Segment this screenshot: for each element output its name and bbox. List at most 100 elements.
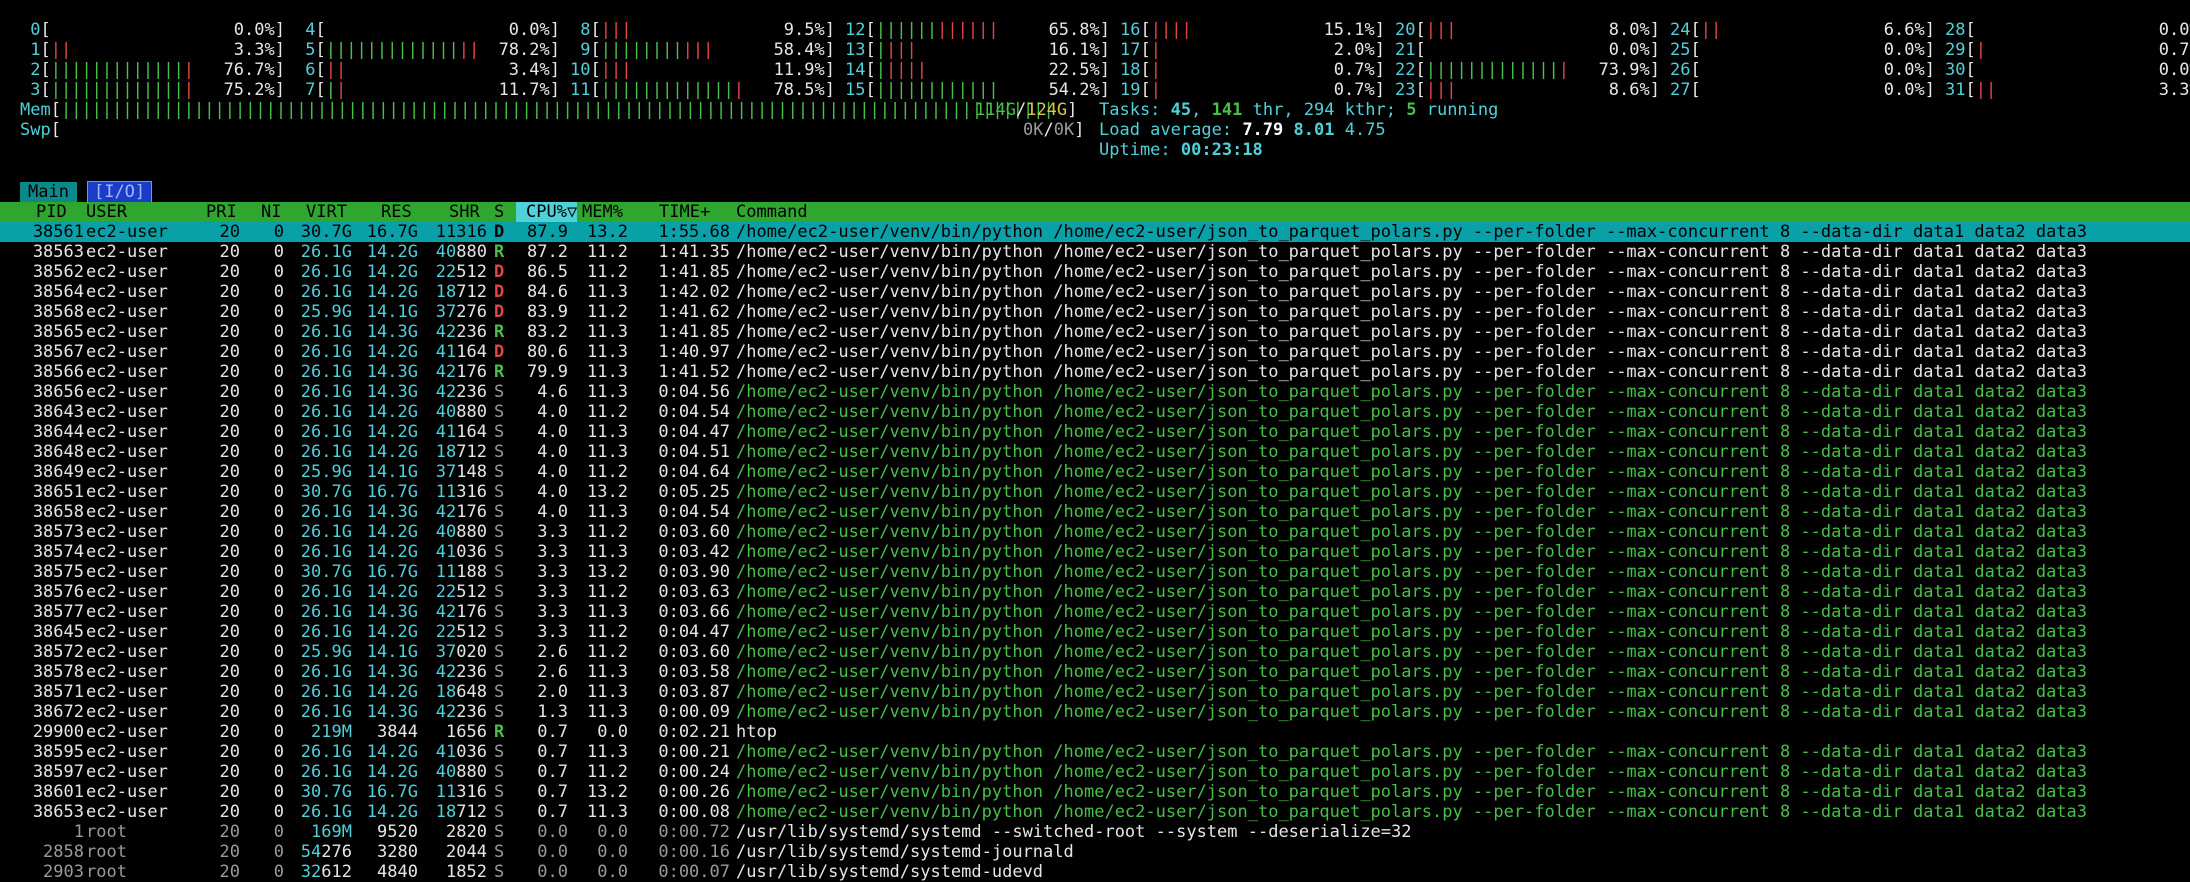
col-pid[interactable]: PID	[36, 202, 67, 222]
cell-pri: 20	[219, 542, 240, 562]
cell-pri: 20	[219, 302, 240, 322]
cell-ni: 0	[273, 402, 284, 422]
cell-time: 1:41.62	[658, 302, 730, 322]
process-row[interactable]: 38653 ec2-user 20 0 26.1G 14.2G 18712 S 0.7 11.3 0…	[0, 802, 2190, 822]
col-cpu[interactable]: CPU%▽	[516, 202, 578, 222]
process-row[interactable]: 38572 ec2-user 20 0 25.9G 14.1G 37020 S 2.6 11.2 0…	[0, 642, 2190, 662]
process-row[interactable]: 2903 root 20 0 32612 4840 1852 S 0.0 0.0 0:00.07/u…	[0, 862, 2190, 882]
cpu-label: 28	[1945, 20, 1966, 40]
cell-cmd: /home/ec2-user/venv/bin/python /home/ec2…	[736, 782, 2088, 802]
cell-cmd: /home/ec2-user/venv/bin/python /home/ec2…	[736, 222, 2088, 242]
cell-pri: 20	[219, 482, 240, 502]
process-row[interactable]: 38574 ec2-user 20 0 26.1G 14.2G 41036 S 3.3 11.3 0…	[0, 542, 2190, 562]
cell-mem: 11.3	[587, 442, 628, 462]
process-row[interactable]: 38567 ec2-user 20 0 26.1G 14.2G 41164 D 80.6 11.3…	[0, 342, 2190, 362]
process-row[interactable]: 38656 ec2-user 20 0 26.1G 14.3G 42236 S 4.6 11.3 0…	[0, 382, 2190, 402]
tab-io[interactable]: [I/O]	[86, 181, 153, 203]
process-row[interactable]: 1 root 20 0 169M 9520 2820 S 0.0 0.0 0:00.72/usr/l…	[0, 822, 2190, 842]
col-time[interactable]: TIME+	[659, 202, 710, 222]
cell-ni: 0	[273, 862, 284, 882]
cell-time: 0:04.54	[658, 402, 730, 422]
col-command[interactable]: Command	[736, 202, 808, 222]
process-row[interactable]: 2858 root 20 0 54276 3280 2044 S 0.0 0.0 0:00.16/u…	[0, 842, 2190, 862]
cpu-percent: 58.4%	[773, 40, 825, 60]
process-row[interactable]: 38565 ec2-user 20 0 26.1G 14.3G 42236 R 83.2 11.3…	[0, 322, 2190, 342]
htop-terminal: 0[0.0%] 1[|| 3.3%] 2[|||||||||||||| 76.7%]…	[0, 0, 2190, 882]
process-row[interactable]: 38643 ec2-user 20 0 26.1G 14.2G 40880 S 4.0 11.2 0…	[0, 402, 2190, 422]
cell-ni: 0	[273, 482, 284, 502]
cell-pri: 20	[219, 782, 240, 802]
cell-time: 0:03.90	[658, 562, 730, 582]
process-row[interactable]: 38648 ec2-user 20 0 26.1G 14.2G 18712 S 4.0 11.3 0…	[0, 442, 2190, 462]
cell-user: ec2-user	[86, 422, 168, 442]
cpu-percent: 16.1%	[1048, 40, 1100, 60]
cpu-label: 29	[1945, 40, 1966, 60]
process-row[interactable]: 38563 ec2-user 20 0 26.1G 14.2G 40880 R 87.2 11.2…	[0, 242, 2190, 262]
col-state[interactable]: S	[494, 202, 504, 222]
process-row[interactable]: 38649 ec2-user 20 0 25.9G 14.1G 37148 S 4.0 11.2 0…	[0, 462, 2190, 482]
cpu-label: 1	[20, 40, 41, 60]
cell-s: S	[494, 402, 505, 422]
cell-user: ec2-user	[86, 222, 168, 242]
process-row[interactable]: 38571 ec2-user 20 0 26.1G 14.2G 18648 S 2.0 11.3 0…	[0, 682, 2190, 702]
cell-ni: 0	[273, 442, 284, 462]
process-row[interactable]: 38601 ec2-user 20 0 30.7G 16.7G 11316 S 0.7 13.2 0…	[0, 782, 2190, 802]
process-row[interactable]: 38561 ec2-user 20 0 30.7G 16.7G 11316 D 87.9 13.2…	[0, 222, 2190, 242]
tab-main[interactable]: Main	[20, 182, 77, 202]
cell-pri: 20	[219, 802, 240, 822]
cell-virt: 26.1G	[300, 802, 352, 822]
cell-shr: 18648	[435, 682, 487, 702]
process-row[interactable]: 38562 ec2-user 20 0 26.1G 14.2G 22512 D 86.5 11.2…	[0, 262, 2190, 282]
cell-pid: 38561	[32, 222, 84, 242]
cell-ni: 0	[273, 242, 284, 262]
process-row[interactable]: 38564 ec2-user 20 0 26.1G 14.2G 18712 D 84.6 11.3…	[0, 282, 2190, 302]
cpu-bar-user: ||||||||	[600, 40, 683, 60]
cell-pri: 20	[219, 822, 240, 842]
cell-virt: 26.1G	[300, 422, 352, 442]
cpu-label: 8	[570, 20, 591, 40]
process-row[interactable]: 38566 ec2-user 20 0 26.1G 14.3G 42176 R 79.9 11.3…	[0, 362, 2190, 382]
col-shr[interactable]: SHR	[449, 202, 480, 222]
col-virt[interactable]: VIRT	[306, 202, 347, 222]
cell-cpu: 87.2	[527, 242, 568, 262]
cpu-meter-24: 24[|| 6.6%]	[1670, 20, 1935, 40]
process-row[interactable]: 38568 ec2-user 20 0 25.9G 14.1G 37276 D 83.9 11.2…	[0, 302, 2190, 322]
cpu-label: 16	[1120, 20, 1141, 40]
cell-mem: 11.2	[587, 462, 628, 482]
process-row[interactable]: 38577 ec2-user 20 0 26.1G 14.3G 42176 S 3.3 11.3 0…	[0, 602, 2190, 622]
process-row[interactable]: 38573 ec2-user 20 0 26.1G 14.2G 40880 S 3.3 11.2 0…	[0, 522, 2190, 542]
cell-cmd: /home/ec2-user/venv/bin/python /home/ec2…	[736, 322, 2088, 342]
process-row[interactable]: 38597 ec2-user 20 0 26.1G 14.2G 40880 S 0.7 11.2 0…	[0, 762, 2190, 782]
cell-virt: 26.1G	[300, 522, 352, 542]
cell-res: 14.1G	[366, 642, 418, 662]
cell-ni: 0	[273, 742, 284, 762]
col-res[interactable]: RES	[381, 202, 412, 222]
cell-virt: 26.1G	[300, 582, 352, 602]
process-row[interactable]: 38645 ec2-user 20 0 26.1G 14.2G 22512 S 3.3 11.2 0…	[0, 622, 2190, 642]
process-row[interactable]: 38644 ec2-user 20 0 26.1G 14.2G 41164 S 4.0 11.3 0…	[0, 422, 2190, 442]
load-average: Load average: 7.79 8.01 4.75	[1099, 120, 1386, 140]
col-pri[interactable]: PRI	[206, 202, 237, 222]
col-mem[interactable]: MEM%	[582, 202, 623, 222]
process-row[interactable]: 38658 ec2-user 20 0 26.1G 14.3G 42176 S 4.0 11.3 0…	[0, 502, 2190, 522]
cell-cpu: 0.0	[537, 822, 568, 842]
col-ni[interactable]: NI	[261, 202, 281, 222]
process-row[interactable]: 38672 ec2-user 20 0 26.1G 14.3G 42236 S 1.3 11.3 0…	[0, 702, 2190, 722]
cell-shr: 11316	[435, 782, 487, 802]
cell-pid: 38566	[32, 362, 84, 382]
cpu-meter-29: 29[|0.7%]	[1945, 40, 2190, 60]
cpu-meter-30: 30[0.0%]	[1945, 60, 2190, 80]
process-row[interactable]: 38575 ec2-user 20 0 30.7G 16.7G 11188 S 3.3 13.2 0…	[0, 562, 2190, 582]
process-row[interactable]: 38595 ec2-user 20 0 26.1G 14.2G 41036 S 0.7 11.3 0…	[0, 742, 2190, 762]
cell-ni: 0	[273, 502, 284, 522]
cell-shr: 41036	[435, 742, 487, 762]
process-row[interactable]: 29900 ec2-user 20 0 219M 3844 1656 R 0.7 0.0 0:02.…	[0, 722, 2190, 742]
process-row[interactable]: 38651 ec2-user 20 0 30.7G 16.7G 11316 S 4.0 13.2 0…	[0, 482, 2190, 502]
cpu-percent: 11.9%	[773, 60, 825, 80]
col-user[interactable]: USER	[86, 202, 127, 222]
cpu-meter-4: 4[0.0%]	[295, 20, 560, 40]
process-row[interactable]: 38578 ec2-user 20 0 26.1G 14.3G 42236 S 2.6 11.3 0…	[0, 662, 2190, 682]
cpu-label: 31	[1945, 80, 1966, 100]
process-row[interactable]: 38576 ec2-user 20 0 26.1G 14.2G 22512 S 3.3 11.2 0…	[0, 582, 2190, 602]
cell-user: ec2-user	[86, 722, 168, 742]
